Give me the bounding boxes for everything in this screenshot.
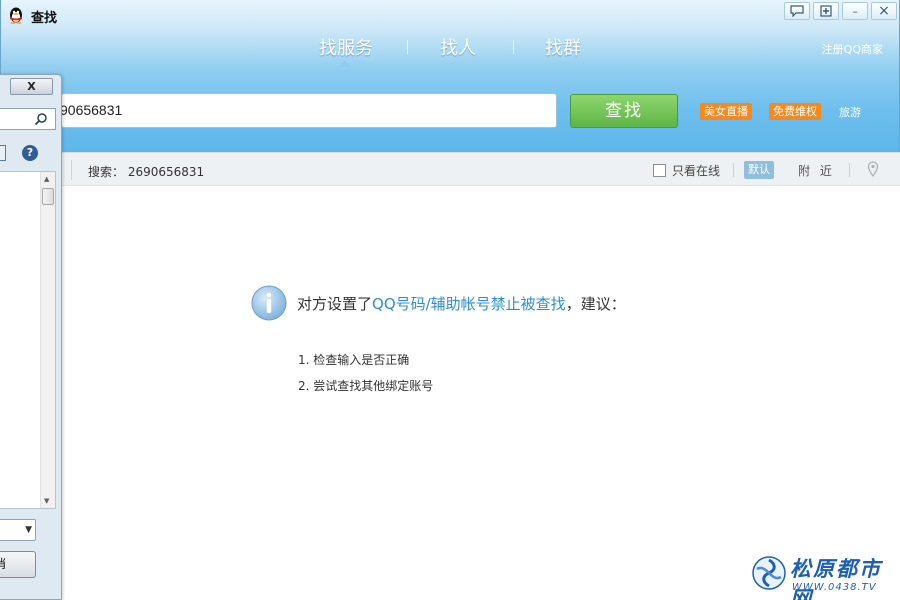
dialog-toolbar: ? xyxy=(0,141,56,165)
minimize-button[interactable]: – xyxy=(842,2,868,20)
window-title: 查找 xyxy=(31,11,58,26)
message-prefix: 对方设置了 xyxy=(297,295,373,313)
find-button[interactable]: 查找 xyxy=(570,94,678,128)
search-summary: 搜索： 2690656831 xyxy=(88,163,204,180)
info-icon xyxy=(251,285,287,321)
tab-find-people[interactable]: 找人 xyxy=(440,34,476,60)
results-toolbar: 搜索： 2690656831 只看在线 默认 附 近 xyxy=(0,152,900,186)
search-summary-term: 2690656831 xyxy=(127,165,205,179)
dialog-list[interactable]: ▲ ▼ xyxy=(0,171,56,509)
dialog-close-button[interactable]: X xyxy=(10,78,53,95)
search-input-value: 90656831 xyxy=(60,102,123,118)
scroll-thumb[interactable] xyxy=(42,188,54,205)
sort-default-button[interactable]: 默认 xyxy=(744,161,774,179)
tip-item: 2. 尝试查找其他绑定账号 xyxy=(298,379,434,393)
search-icon[interactable] xyxy=(34,112,48,126)
watermark-logo-icon xyxy=(752,556,786,590)
toolbar-separator xyxy=(849,163,850,177)
sort-nearby-button[interactable]: 附 近 xyxy=(798,162,835,179)
active-tab-caret xyxy=(338,60,352,67)
dialog-toolbar-button[interactable] xyxy=(0,145,6,161)
watermark-url: WWW.0438.TV xyxy=(792,582,877,593)
nav-separator xyxy=(513,40,514,54)
promo-travel-link[interactable]: 旅游 xyxy=(839,104,861,120)
tab-find-service[interactable]: 找服务 xyxy=(319,34,373,60)
nav-separator xyxy=(407,40,408,54)
window-controls: – × xyxy=(784,2,897,20)
header-band: 查找 – × 找服务 找人 找群 注册QQ商家 90656831 查找 美女直播… xyxy=(0,0,900,152)
search-summary-prefix: 搜索： xyxy=(88,165,125,179)
message-highlight: QQ号码/辅助帐号禁止被查找 xyxy=(372,295,566,313)
close-button[interactable]: × xyxy=(871,2,897,20)
location-pin-icon[interactable] xyxy=(867,161,879,177)
pin-window-icon xyxy=(820,5,832,17)
pin-window-button[interactable] xyxy=(813,2,839,20)
chevron-down-icon: ▼ xyxy=(25,525,32,535)
title-bar[interactable]: 查找 – × xyxy=(1,0,900,30)
qq-penguin-icon xyxy=(10,7,22,24)
main-nav: 找服务 找人 找群 xyxy=(1,30,900,66)
help-icon[interactable]: ? xyxy=(22,145,38,161)
tip-item: 1. 检查输入是否正确 xyxy=(298,353,410,367)
dialog-search-input[interactable] xyxy=(0,108,56,130)
chat-bubble-icon xyxy=(790,5,804,17)
scroll-down-icon[interactable]: ▼ xyxy=(44,497,49,505)
search-input[interactable]: 90656831 xyxy=(60,93,557,128)
overlapping-dialog: X ? ▲ ▼ ▼ 消 xyxy=(0,74,62,600)
dialog-cancel-button[interactable]: 消 xyxy=(0,551,36,578)
message-suffix: ，建议： xyxy=(565,295,626,313)
privacy-message: 对方设置了QQ号码/辅助帐号禁止被查找，建议： xyxy=(297,293,626,314)
toolbar-divider xyxy=(71,160,72,180)
promo-rights-tag[interactable]: 免费维权 xyxy=(769,103,821,120)
tab-find-group[interactable]: 找群 xyxy=(545,34,581,60)
feedback-button[interactable] xyxy=(784,2,810,20)
register-merchant-link[interactable]: 注册QQ商家 xyxy=(822,41,883,57)
online-only-label[interactable]: 只看在线 xyxy=(672,162,720,179)
scroll-up-icon[interactable]: ▲ xyxy=(44,175,49,183)
toolbar-separator xyxy=(733,163,734,177)
dialog-scrollbar[interactable]: ▲ ▼ xyxy=(40,172,55,508)
dialog-dropdown[interactable]: ▼ xyxy=(0,519,36,541)
online-only-checkbox[interactable] xyxy=(653,164,666,177)
promo-live-tag[interactable]: 美女直播 xyxy=(700,103,752,120)
